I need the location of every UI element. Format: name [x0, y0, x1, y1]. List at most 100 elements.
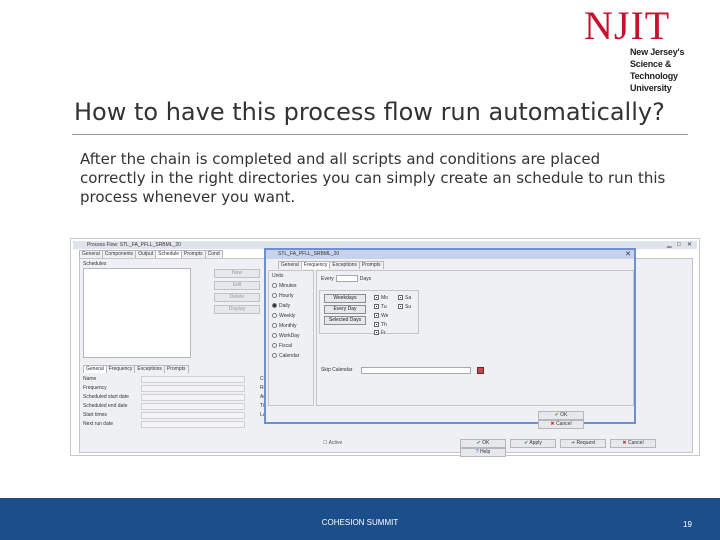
radio-selected-icon	[272, 303, 277, 309]
minimize-icon[interactable]: ▁	[667, 242, 672, 248]
app-tabs: General Components Output Schedule Prompts Co…	[79, 250, 269, 258]
slide-body: After the chain is completed and all scr…	[80, 150, 666, 206]
tab-schedule[interactable]: Schedule	[155, 250, 183, 258]
day-fr-checkbox[interactable]: Fr	[374, 329, 386, 337]
every-input[interactable]	[335, 275, 358, 283]
unit-minutes-radio[interactable]: Minutes	[269, 281, 313, 291]
weekdays-button[interactable]: Weekdays	[324, 294, 366, 303]
schedules-list[interactable]	[83, 268, 191, 358]
property-row: Next run date	[83, 420, 251, 429]
property-value	[141, 412, 245, 419]
frequency-panel: Every Days Weekdays Every Day Selected Da…	[316, 270, 634, 406]
skip-calendar-select[interactable]	[361, 367, 471, 374]
radio-icon	[272, 293, 277, 299]
tab-prompts[interactable]: Prompts	[181, 250, 206, 258]
delete-button[interactable]: Delete	[214, 293, 260, 302]
unit-daily-radio[interactable]: Daily	[269, 301, 313, 311]
maximize-icon[interactable]: □	[677, 242, 681, 248]
tab-conditions[interactable]: Cond	[204, 250, 223, 258]
unit-hourly-radio[interactable]: Hourly	[269, 291, 313, 301]
radio-icon	[272, 323, 277, 329]
help-icon: ?	[475, 449, 479, 455]
property-row: Frequency	[83, 384, 251, 393]
property-value	[141, 385, 245, 392]
cancel-button[interactable]: ✖ Cancel	[610, 439, 656, 448]
unit-fiscal-radio[interactable]: Fiscal	[269, 341, 313, 351]
skip-calendar-row: Skip Calendar	[321, 366, 484, 375]
property-value	[141, 421, 245, 428]
detail-tab-exceptions[interactable]: Exceptions	[134, 365, 165, 373]
dialog-titlebar: STL_FA_PFLL_SRBML_20 ✕	[266, 250, 634, 259]
logo-wordmark: NJIT	[584, 3, 671, 48]
cancel-icon: ✖	[622, 440, 627, 446]
request-button[interactable]: ➜ Request	[560, 439, 606, 448]
day-tu-checkbox[interactable]: Tu	[374, 303, 387, 311]
property-row: Name	[83, 375, 251, 384]
radio-icon	[272, 313, 277, 319]
detail-tab-prompts[interactable]: Prompts	[163, 365, 189, 373]
unit-workday-radio[interactable]: WorkDay	[269, 331, 313, 341]
cancel-icon: ✖	[550, 421, 555, 427]
dialog-cancel-button[interactable]: ✖ Cancel	[538, 420, 584, 429]
title-divider	[72, 134, 688, 135]
njit-logo: NJIT New Jersey's Science & Technology U…	[584, 3, 714, 94]
dialog-ok-button[interactable]: ✔ OK	[538, 411, 584, 420]
help-button[interactable]: ? Help	[460, 448, 506, 457]
selected-days-button[interactable]: Selected Days	[324, 316, 366, 325]
day-su-checkbox[interactable]: Su	[398, 303, 411, 311]
radio-icon	[272, 343, 277, 349]
check-icon: ✔	[476, 440, 481, 446]
schedule-detail-tabs: General Frequency Exceptions Prompts	[83, 365, 189, 373]
arrow-icon: ➜	[570, 440, 576, 446]
tab-general[interactable]: General	[79, 250, 103, 258]
radio-icon	[272, 333, 277, 339]
close-icon[interactable]: ✕	[625, 250, 631, 259]
unit-calendar-radio[interactable]: Calendar	[269, 351, 313, 361]
unit-monthly-radio[interactable]: Monthly	[269, 321, 313, 331]
close-icon[interactable]: ✕	[687, 242, 692, 248]
apply-button[interactable]: ✔ Apply	[510, 439, 556, 448]
radio-icon	[272, 283, 277, 289]
active-checkbox[interactable]: ☐ Active	[323, 440, 342, 446]
logo-tagline: New Jersey's Science & Technology Univer…	[630, 47, 685, 93]
schedules-label: Schedules	[83, 261, 107, 267]
units-label: Units	[272, 273, 284, 279]
every-day-button[interactable]: Every Day	[324, 305, 366, 314]
day-mo-checkbox[interactable]: Mo	[374, 294, 388, 302]
dialog-tab-prompts[interactable]: Prompts	[358, 261, 384, 269]
day-th-checkbox[interactable]: Th	[374, 321, 387, 329]
dialog-button-bar: ✔ OK✖ Cancel	[538, 411, 634, 429]
ok-button[interactable]: ✔ OK	[460, 439, 506, 448]
new-button[interactable]: New	[214, 269, 260, 278]
property-value	[141, 376, 245, 383]
detail-tab-frequency[interactable]: Frequency	[105, 365, 136, 373]
schedule-dialog: STL_FA_PFLL_SRBML_20 ✕ General Frequency E…	[264, 248, 636, 429]
detail-tab-general[interactable]: General	[83, 365, 107, 373]
calendar-icon[interactable]	[477, 367, 484, 374]
units-group: Units Minutes Hourly Daily Weekly Monthl…	[268, 270, 314, 406]
property-row: Start times	[83, 411, 251, 420]
slide-title: How to have this process flow run automa…	[74, 98, 665, 126]
app-title: Process Flow: STL_FA_PFLL_SRBML_20	[87, 242, 181, 248]
day-we-checkbox[interactable]: We	[374, 312, 388, 320]
schedule-properties: Name Frequency Scheduled start date Sche…	[83, 375, 251, 429]
dialog-title: STL_FA_PFLL_SRBML_20	[278, 251, 340, 257]
dialog-tab-exceptions[interactable]: Exceptions	[329, 261, 360, 269]
edit-button[interactable]: Edit	[214, 281, 260, 290]
dialog-tabs: General Frequency Exceptions Prompts	[278, 261, 384, 269]
day-sa-checkbox[interactable]: Sa	[398, 294, 411, 302]
dialog-tab-general[interactable]: General	[278, 261, 302, 269]
property-row: Scheduled end date	[83, 402, 251, 411]
unit-weekly-radio[interactable]: Weekly	[269, 311, 313, 321]
slide-footer: COHESION SUMMIT 19	[0, 498, 720, 540]
embedded-screenshot: Process Flow: STL_FA_PFLL_SRBML_20 ▁ □ ✕…	[70, 238, 700, 457]
tab-output[interactable]: Output	[135, 250, 157, 258]
page-number: 19	[683, 520, 692, 529]
property-row: Scheduled start date	[83, 393, 251, 402]
check-icon: ✔	[524, 440, 529, 446]
footer-title: COHESION SUMMIT	[321, 518, 399, 527]
display-button[interactable]: Display	[214, 305, 260, 314]
tab-components[interactable]: Components	[101, 250, 137, 258]
property-value	[141, 403, 245, 410]
dialog-tab-frequency[interactable]: Frequency	[300, 261, 331, 269]
